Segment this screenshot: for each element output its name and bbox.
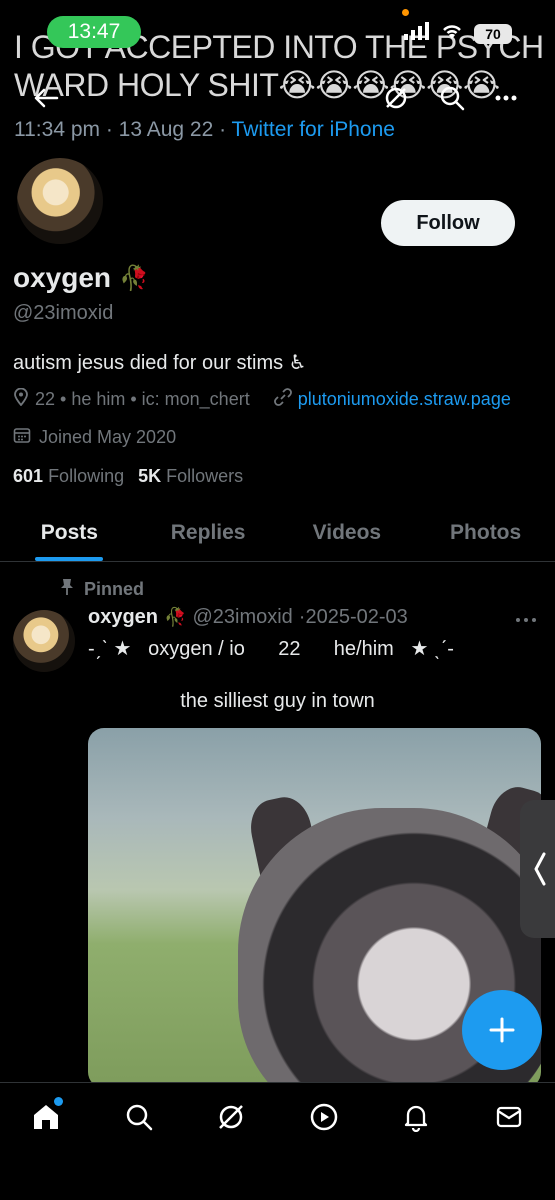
profile-avatar[interactable] [14,155,106,247]
nav-videos[interactable] [299,1097,349,1137]
followers-label: Followers [166,466,244,486]
post-text-line-1: -ˏˋ ★ oxygen / io 22 he/him ★ ˎˊ- [88,638,454,660]
profile-joined-text: Joined May 2020 [39,427,177,447]
profile-name-emoji: 🥀 [119,264,149,292]
banner-tweet-time: 11:34 pm · 13 Aug 22 · [14,118,232,141]
post-author-handle: @23imoxid [192,606,293,628]
wifi-icon [440,22,464,45]
tab-posts[interactable]: Posts [0,505,139,561]
bell-icon [405,1105,428,1132]
post-author-emoji: 🥀 [164,607,187,627]
location-icon [13,387,29,411]
mail-icon [496,1106,521,1128]
grok-icon[interactable] [378,80,414,116]
nav-search[interactable] [114,1097,164,1137]
plus-icon [489,1017,515,1043]
play-icon [310,1103,337,1131]
link-icon [273,388,292,411]
search-icon[interactable] [434,80,470,116]
nav-grok[interactable] [206,1097,256,1137]
post-more-icon[interactable] [515,606,537,629]
profile-meta-row: 22 • he him • ic: mon_chert plutoniumoxi… [13,387,511,411]
status-icons: 70 [404,22,512,45]
follow-button[interactable]: Follow [381,200,515,246]
profile-handle: @23imoxid [13,302,114,324]
profile-name: oxygen 🥀 [13,262,149,294]
tab-photos-label: Photos [450,521,522,544]
followers-link[interactable]: 5K Followers [138,466,243,487]
profile-name-text: oxygen [13,262,112,293]
profile-tabs: Posts Replies Videos Photos [0,505,555,562]
active-tab-indicator [35,557,104,561]
following-link[interactable]: 601 Following [13,466,124,487]
nav-home[interactable] [21,1097,71,1137]
nav-notifications[interactable] [391,1097,441,1137]
calendar-icon [13,426,31,449]
compose-button[interactable] [462,990,542,1070]
nav-messages[interactable] [484,1097,534,1137]
profile-location: 22 • he him • ic: mon_chert [35,389,250,409]
tab-replies[interactable]: Replies [139,505,278,561]
profile-link[interactable]: plutoniumoxide.straw.page [298,389,511,410]
grok-icon [219,1105,244,1129]
following-count: 601 [13,466,44,486]
pinned-label: Pinned [84,579,145,599]
tab-videos-label: Videos [312,521,382,544]
post-header: oxygen 🥀 @23imoxid ·2025-02-03 [88,606,408,629]
bottom-nav [0,1082,555,1200]
battery-indicator: 70 [474,23,512,44]
side-panel-handle-icon[interactable] [520,800,555,938]
following-label: Following [48,466,125,486]
post-author-name[interactable]: oxygen [88,606,158,629]
tab-videos[interactable]: Videos [278,505,417,561]
pinned-indicator: Pinned [60,578,144,601]
followers-count: 5K [138,466,162,486]
back-arrow-icon[interactable] [28,80,64,116]
post-date: ·2025-02-03 [298,606,408,628]
tab-replies-label: Replies [170,521,246,544]
signal-icon [404,22,430,45]
profile-bio: autism jesus died for our stims ♿ [13,352,307,374]
follow-counts: 601 Following 5K Followers [13,466,243,487]
status-time: 13:47 [47,16,141,48]
post-author-avatar[interactable] [13,610,75,672]
profile-joined: Joined May 2020 [13,426,176,449]
tab-posts-label: Posts [40,521,98,544]
pin-icon [60,578,74,601]
privacy-indicator [402,9,409,16]
banner-tweet-meta: 11:34 pm · 13 Aug 22 · Twitter for iPhon… [14,118,395,142]
post-text-line-2: the silliest guy in town [180,690,375,712]
search-icon [126,1104,152,1131]
banner-tweet-source: Twitter for iPhone [231,118,395,141]
more-options-icon[interactable] [488,80,524,116]
tab-photos[interactable]: Photos [416,505,555,561]
